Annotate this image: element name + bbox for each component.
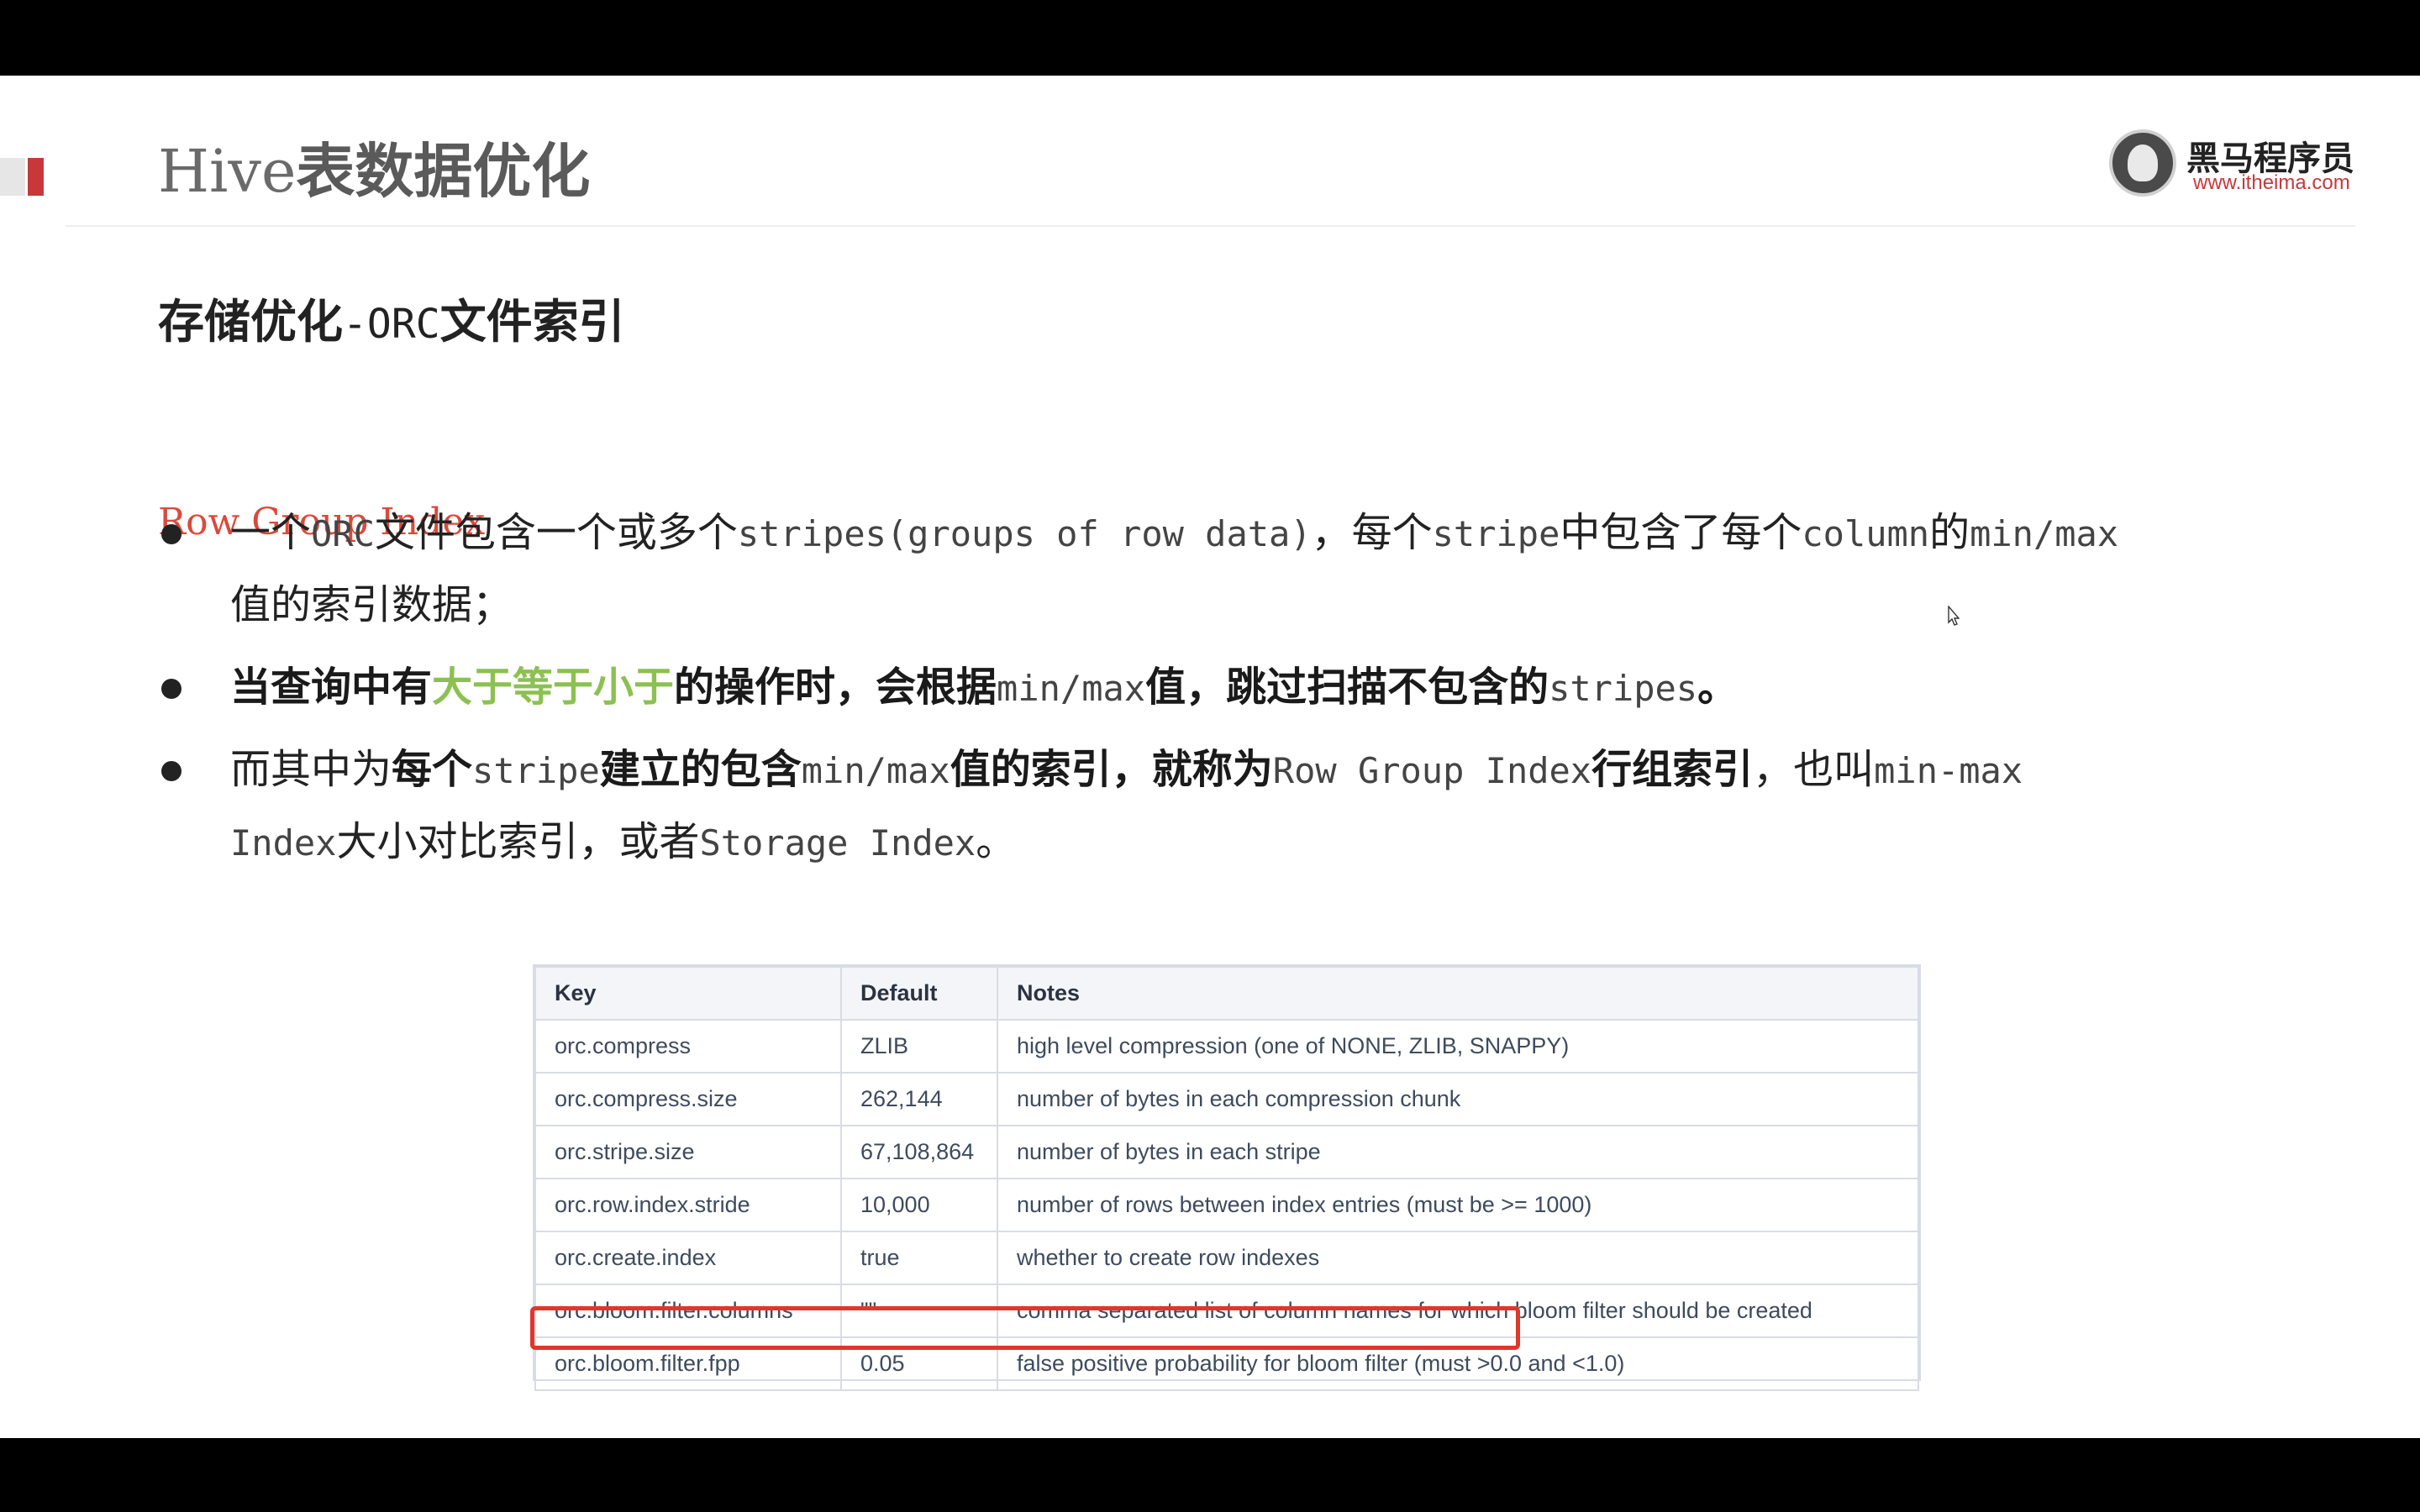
red-highlight-box xyxy=(530,1306,1520,1350)
cell-default: 67,108,864 xyxy=(840,1125,998,1179)
cell-default: ZLIB xyxy=(840,1019,998,1074)
mouse-cursor-icon xyxy=(1948,606,1960,626)
b1-seg: 中包含了每个 xyxy=(1560,511,1802,555)
logo-url: www.itheima.com xyxy=(2193,171,2350,194)
header-notes: Notes xyxy=(997,966,1919,1021)
cell-key: orc.create.index xyxy=(534,1231,842,1285)
table-row-highlighted: orc.create.index true whether to create ro… xyxy=(534,1231,1919,1285)
b3-seg: 而其中为 xyxy=(230,748,392,792)
bullet-3-line-1: 而其中为每个stripe建立的包含min/max值的索引，就称为Row Grou… xyxy=(230,746,2023,795)
b3-seg: ，也叫 xyxy=(1753,748,1875,792)
table-row: orc.compress ZLIB high level compression (… xyxy=(534,1019,1919,1074)
bullet-dot-2 xyxy=(161,679,182,699)
bullet-2-line-1: 当查询中有大于等于小于的操作时，会根据min/max值，跳过扫描不包含的stri… xyxy=(230,664,1738,712)
table-header-row: Key Default Notes xyxy=(534,966,1919,1021)
b3-seg: 大小对比索引，或者 xyxy=(336,820,700,864)
slide-title: Hive表数据优化 xyxy=(158,136,590,207)
bullet-1-line-1: 一个ORC文件包含一个或多个stripes(groups of row data… xyxy=(230,509,2118,558)
subtitle-part3: 文件索引 xyxy=(439,296,625,348)
b2-seg: 当查询中有 xyxy=(230,665,433,710)
cell-notes: high level compression (one of NONE, ZLI… xyxy=(997,1019,1919,1074)
table-row: orc.stripe.size 67,108,864 number of bytes… xyxy=(534,1125,1919,1179)
b3-seg: Index xyxy=(230,822,337,864)
title-divider xyxy=(66,225,2355,227)
cell-notes: number of rows between index entries (mu… xyxy=(997,1178,1919,1232)
slide-title-latin: Hive xyxy=(158,137,297,206)
b1-seg: ，每个 xyxy=(1311,511,1433,555)
header-default: Default xyxy=(840,966,998,1021)
b1-seg: ORC xyxy=(311,513,375,554)
bullet-dot-3 xyxy=(161,761,182,781)
cell-default: 262,144 xyxy=(840,1072,998,1126)
brand-logo: 黑马程序员 www.itheima.com xyxy=(2109,128,2361,203)
b3-seg: Row Group Index xyxy=(1272,750,1592,791)
slide-title-cn: 表数据优化 xyxy=(296,139,591,204)
b3-seg: min/max xyxy=(801,750,950,791)
b3-seg: 建立的包含 xyxy=(599,748,802,792)
table-row: orc.compress.size 262,144 number of bytes … xyxy=(534,1072,1919,1126)
bullet-3-line-2: Index大小对比索引，或者Storage Index。 xyxy=(230,818,1016,867)
cell-default: 10,000 xyxy=(840,1178,998,1232)
cell-notes: number of bytes in each stripe xyxy=(997,1125,1919,1179)
slide-subtitle: 存储优化-ORC文件索引 xyxy=(158,284,625,351)
cell-key: orc.stripe.size xyxy=(534,1125,842,1179)
b1-seg: stripes(groups of row data) xyxy=(737,513,1312,554)
bullet-1-line-2: 值的索引数据； xyxy=(230,583,513,627)
b3-seg: 。 xyxy=(976,820,1017,864)
cell-key: orc.compress xyxy=(534,1019,842,1074)
bullet-dot-1 xyxy=(161,524,182,544)
b2-seg: stripes xyxy=(1549,668,1698,709)
b2-seg: 的操作时，会根据 xyxy=(674,665,997,710)
cell-key: orc.row.index.stride xyxy=(534,1178,842,1232)
subtitle-part2: -ORC xyxy=(343,301,440,348)
title-accent-grey xyxy=(0,158,25,196)
cell-default: true xyxy=(840,1231,998,1285)
title-accent-red xyxy=(28,158,44,196)
cell-notes: number of bytes in each compression chun… xyxy=(997,1072,1919,1126)
b3-seg: 每个 xyxy=(392,748,473,792)
slide: Hive表数据优化 黑马程序员 www.itheima.com 存储优化-ORC… xyxy=(0,76,2420,1438)
cell-notes: whether to create row indexes xyxy=(997,1231,1919,1285)
b1-seg: column xyxy=(1802,513,1930,554)
b3-seg: Storage Index xyxy=(699,822,976,864)
b2-seg: min/max xyxy=(997,668,1146,709)
b3-seg: stripe xyxy=(472,750,600,791)
cell-key: orc.compress.size xyxy=(534,1072,842,1126)
b2-seg: 。 xyxy=(1697,665,1739,710)
subtitle-part1: 存储优化 xyxy=(158,296,344,348)
b1-seg: 文件包含一个或多个 xyxy=(374,511,738,555)
b3-seg: 行组索引 xyxy=(1591,748,1754,792)
b1-seg: stripe xyxy=(1432,513,1560,554)
table-row: orc.row.index.stride 10,000 number of rows… xyxy=(534,1178,1919,1232)
b1-seg: min/max xyxy=(1970,513,2119,554)
horse-logo-icon xyxy=(2109,129,2176,197)
b1-seg: 一个 xyxy=(230,511,312,555)
b1-seg: 的 xyxy=(1929,511,1970,555)
header-key: Key xyxy=(534,966,842,1021)
b3-seg: 值的索引，就称为 xyxy=(950,748,1273,792)
b3-seg: min-max xyxy=(1874,750,2023,791)
b2-seg: 值，跳过扫描不包含的 xyxy=(1145,665,1549,710)
b2-highlight: 大于等于小于 xyxy=(432,665,675,710)
